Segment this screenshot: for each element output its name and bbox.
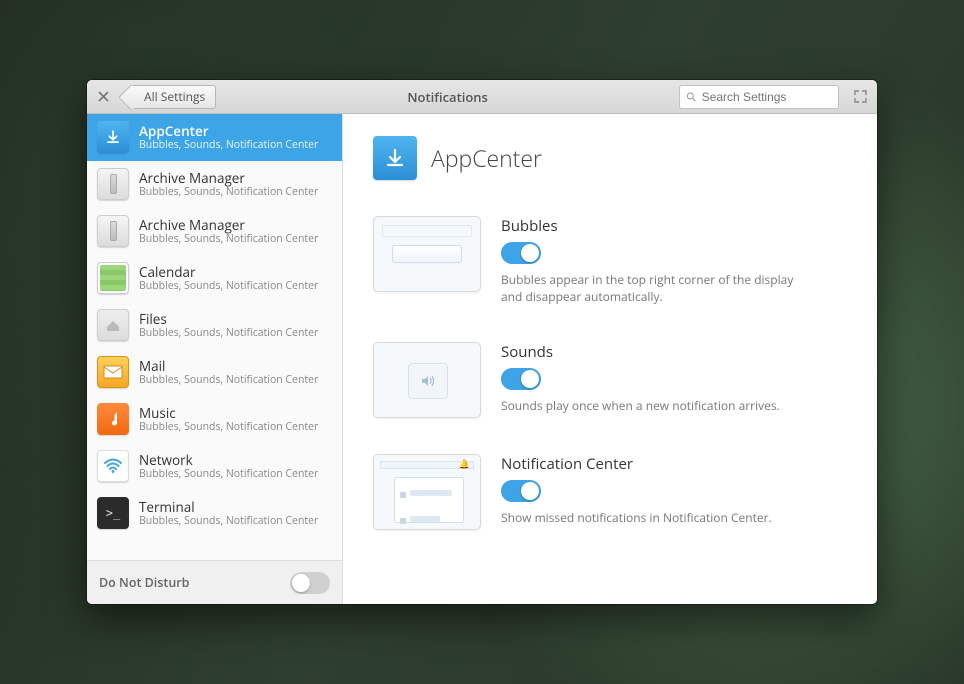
app-name-label: Archive Manager	[139, 170, 318, 186]
sidebar-item-files[interactable]: FilesBubbles, Sounds, Notification Cente…	[87, 302, 342, 349]
main-app-title: AppCenter	[431, 142, 542, 174]
setting-title: Bubbles	[501, 216, 847, 236]
toggle-nc[interactable]	[501, 480, 541, 502]
sidebar-item-network[interactable]: NetworkBubbles, Sounds, Notification Cen…	[87, 443, 342, 490]
preview-sounds	[373, 342, 481, 418]
app-name-label: Terminal	[139, 499, 318, 515]
sidebar: AppCenterBubbles, Sounds, Notification C…	[87, 114, 343, 604]
do-not-disturb-label: Do Not Disturb	[99, 574, 189, 591]
app-sub-label: Bubbles, Sounds, Notification Center	[139, 515, 318, 528]
sidebar-item-archive[interactable]: Archive ManagerBubbles, Sounds, Notifica…	[87, 161, 342, 208]
preview-bubbles	[373, 216, 481, 292]
app-sub-label: Bubbles, Sounds, Notification Center	[139, 186, 318, 199]
window-title: Notifications	[222, 88, 673, 106]
toggle-sounds[interactable]	[501, 368, 541, 390]
app-sub-label: Bubbles, Sounds, Notification Center	[139, 421, 318, 434]
files-icon	[97, 309, 129, 341]
sidebar-item-music[interactable]: MusicBubbles, Sounds, Notification Cente…	[87, 396, 342, 443]
setting-title: Notification Center	[501, 454, 847, 474]
setting-sounds: Sounds Sounds play once when a new notifi…	[373, 342, 847, 418]
app-sub-label: Bubbles, Sounds, Notification Center	[139, 468, 318, 481]
setting-bubbles: Bubbles Bubbles appear in the top right c…	[373, 216, 847, 306]
sidebar-item-calendar[interactable]: CalendarBubbles, Sounds, Notification Ce…	[87, 255, 342, 302]
app-name-label: AppCenter	[139, 123, 318, 139]
titlebar: All Settings Notifications	[87, 80, 877, 114]
settings-window: All Settings Notifications AppCenterBubb…	[87, 80, 877, 604]
app-name-label: Network	[139, 452, 318, 468]
toggle-bubbles[interactable]	[501, 242, 541, 264]
app-sub-label: Bubbles, Sounds, Notification Center	[139, 280, 318, 293]
do-not-disturb-row: Do Not Disturb	[87, 560, 342, 604]
maximize-icon	[854, 90, 867, 103]
search-icon	[686, 91, 697, 103]
network-icon	[97, 450, 129, 482]
app-sub-label: Bubbles, Sounds, Notification Center	[139, 327, 318, 340]
sidebar-item-terminal[interactable]: >_ TerminalBubbles, Sounds, Notification …	[87, 490, 342, 537]
app-name-label: Calendar	[139, 264, 318, 280]
sidebar-item-mail[interactable]: MailBubbles, Sounds, Notification Center	[87, 349, 342, 396]
close-icon	[98, 91, 109, 102]
calendar-icon	[97, 262, 129, 294]
app-name-label: Music	[139, 405, 318, 421]
app-sub-label: Bubbles, Sounds, Notification Center	[139, 139, 318, 152]
app-sub-label: Bubbles, Sounds, Notification Center	[139, 233, 318, 246]
app-name-label: Archive Manager	[139, 217, 318, 233]
appcenter-icon	[373, 136, 417, 180]
archive-icon	[97, 215, 129, 247]
app-list: AppCenterBubbles, Sounds, Notification C…	[87, 114, 342, 560]
mail-icon	[97, 356, 129, 388]
preview-nc: 🔔	[373, 454, 481, 530]
setting-nc: 🔔 Notification Center Show missed notifica…	[373, 454, 847, 530]
setting-desc: Sounds play once when a new notification…	[501, 398, 811, 415]
window-close-button[interactable]	[93, 87, 113, 107]
setting-desc: Show missed notifications in Notificatio…	[501, 510, 811, 527]
search-input[interactable]	[702, 90, 832, 104]
terminal-icon: >_	[97, 497, 129, 529]
main-pane: AppCenter Bubbles Bubbles appear in the t…	[343, 114, 877, 604]
main-header: AppCenter	[373, 136, 847, 180]
archive-icon	[97, 168, 129, 200]
sidebar-item-archive-2[interactable]: Archive ManagerBubbles, Sounds, Notifica…	[87, 208, 342, 255]
all-settings-back-button[interactable]: All Settings	[129, 85, 216, 109]
app-sub-label: Bubbles, Sounds, Notification Center	[139, 374, 318, 387]
appcenter-icon	[97, 121, 129, 153]
setting-title: Sounds	[501, 342, 847, 362]
app-name-label: Files	[139, 311, 318, 327]
download-arrow-icon	[384, 147, 406, 169]
back-button-label: All Settings	[144, 88, 205, 105]
window-maximize-button[interactable]	[849, 86, 871, 108]
do-not-disturb-toggle[interactable]	[290, 572, 330, 594]
app-name-label: Mail	[139, 358, 318, 374]
music-icon	[97, 403, 129, 435]
setting-desc: Bubbles appear in the top right corner o…	[501, 272, 811, 306]
search-field[interactable]	[679, 85, 839, 109]
sidebar-item-appcenter[interactable]: AppCenterBubbles, Sounds, Notification C…	[87, 114, 342, 161]
